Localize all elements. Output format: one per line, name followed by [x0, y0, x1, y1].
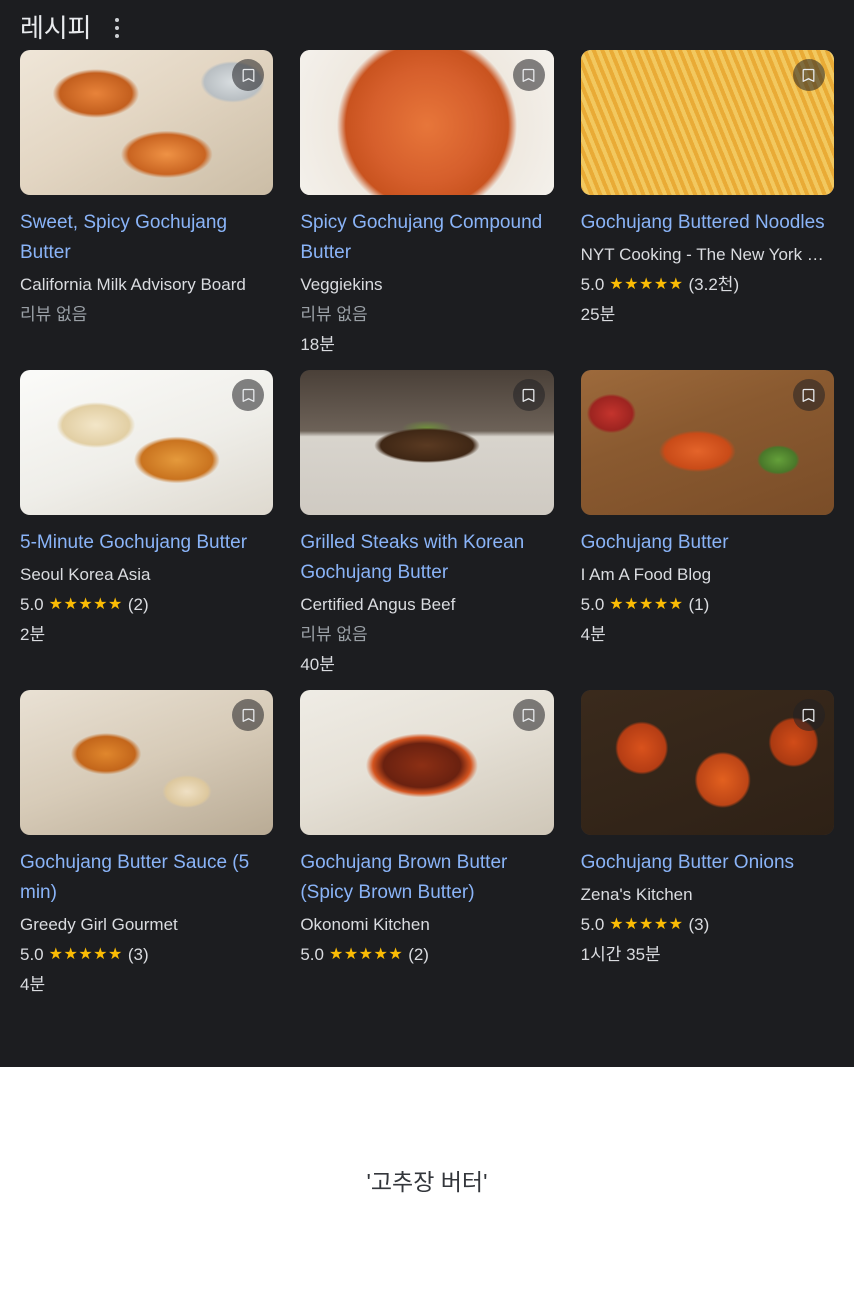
recipe-title-link[interactable]: Grilled Steaks with Korean Gochujang But…: [300, 528, 553, 588]
cook-time: 2분: [20, 625, 46, 644]
rating-row: 5.0 ★★★★★ (1): [581, 592, 834, 618]
rating-row: 5.0 ★★★★★ (3): [20, 942, 273, 968]
recipe-source: I Am A Food Blog: [580, 565, 712, 584]
rating-value: 5.0: [20, 945, 44, 964]
recipe-thumbnail[interactable]: [580, 370, 834, 515]
kebab-menu-icon[interactable]: [105, 15, 129, 41]
rating-value: 5.0: [580, 915, 605, 934]
rating-count: (2): [408, 945, 429, 964]
recipe-card[interactable]: Gochujang Butter Onions Zena's Kitchen 5.0…: [580, 690, 834, 1010]
recipe-source: California Milk Advisory Board: [20, 275, 246, 294]
no-review-label: 리뷰 없음: [300, 305, 368, 324]
star-icon: ★★★★★: [609, 916, 684, 933]
recipe-card[interactable]: Gochujang Buttered Noodles NYT Cooking - …: [580, 50, 834, 370]
recipe-thumbnail[interactable]: [580, 690, 834, 835]
recipe-thumbnail[interactable]: [20, 370, 274, 515]
rating-count: (1): [688, 595, 710, 614]
recipe-source: Zena's Kitchen: [580, 885, 693, 904]
recipe-card[interactable]: Sweet, Spicy Gochujang Butter California …: [20, 50, 274, 370]
recipe-thumbnail[interactable]: [300, 370, 554, 515]
recipe-thumbnail[interactable]: [580, 50, 834, 195]
rating-count: (2): [127, 595, 149, 614]
recipe-title-link[interactable]: Gochujang Butter Sauce (5 min): [20, 848, 273, 908]
star-icon: ★★★★★: [48, 946, 123, 963]
recipe-card[interactable]: 5-Minute Gochujang Butter Seoul Korea Asi…: [20, 370, 274, 690]
recipe-title-link[interactable]: Gochujang Brown Butter (Spicy Brown Butt…: [300, 848, 553, 908]
kebab-dot: [115, 26, 120, 30]
recipe-title-link[interactable]: Gochujang Butter: [581, 528, 834, 558]
recipe-thumbnail[interactable]: [300, 690, 554, 835]
bookmark-icon[interactable]: [792, 59, 825, 91]
no-review-label: 리뷰 없음: [20, 305, 88, 324]
star-icon: ★★★★★: [48, 596, 123, 613]
rating-count: (3): [127, 945, 149, 964]
rating-value: 5.0: [20, 595, 44, 614]
recipe-card-grid: Sweet, Spicy Gochujang Butter California …: [20, 50, 834, 1010]
recipe-source: Certified Angus Beef: [300, 595, 456, 614]
recipe-source: Veggiekins: [300, 275, 383, 294]
recipe-card[interactable]: Gochujang Brown Butter (Spicy Brown Butt…: [300, 690, 554, 1010]
cook-time: 18분: [300, 335, 335, 354]
recipe-results-page: 레시피 Sweet, Spicy Gochujang Butter Califor…: [0, 0, 854, 1294]
search-query-caption: '고추장 버터': [366, 1169, 488, 1195]
bookmark-icon[interactable]: [512, 379, 545, 411]
page-title: 레시피: [20, 13, 92, 43]
cook-time: 40분: [300, 655, 335, 674]
star-icon: ★★★★★: [328, 946, 404, 963]
rating-row: 5.0 ★★★★★ (2): [300, 942, 553, 968]
star-icon: ★★★★★: [609, 596, 684, 613]
rating-row: 5.0 ★★★★★ (3): [581, 912, 834, 938]
recipe-source: NYT Cooking - The New York …: [580, 245, 824, 264]
cook-time: 25분: [580, 305, 616, 324]
recipe-results-panel: 레시피 Sweet, Spicy Gochujang Butter Califor…: [0, 0, 854, 1067]
recipe-card[interactable]: Grilled Steaks with Korean Gochujang But…: [300, 370, 554, 690]
recipe-title-link[interactable]: 5-Minute Gochujang Butter: [20, 528, 273, 558]
recipe-card[interactable]: Gochujang Butter Sauce (5 min) Greedy Gir…: [20, 690, 274, 1010]
recipe-source: Greedy Girl Gourmet: [20, 915, 178, 934]
recipe-title-link[interactable]: Gochujang Buttered Noodles: [581, 208, 834, 238]
bookmark-icon[interactable]: [512, 699, 545, 731]
rating-count: (3): [688, 915, 710, 934]
rating-value: 5.0: [580, 275, 605, 294]
bookmark-icon[interactable]: [512, 59, 545, 91]
rating-row: 5.0 ★★★★★ (2): [20, 592, 273, 618]
rating-count: (3.2천): [688, 275, 740, 294]
cook-time: 1시간 35분: [580, 945, 661, 964]
recipe-title-link[interactable]: Gochujang Butter Onions: [581, 848, 834, 878]
panel-header: 레시피: [20, 0, 834, 50]
caption-area: '고추장 버터': [0, 1067, 854, 1294]
no-review-label: 리뷰 없음: [300, 625, 368, 644]
rating-value: 5.0: [580, 595, 605, 614]
cook-time: 4분: [580, 625, 606, 644]
recipe-thumbnail[interactable]: [300, 50, 554, 195]
rating-row: 5.0 ★★★★★ (3.2천): [581, 272, 834, 298]
rating-value: 5.0: [300, 945, 324, 964]
recipe-thumbnail[interactable]: [20, 50, 274, 195]
star-icon: ★★★★★: [609, 276, 684, 293]
recipe-source: Okonomi Kitchen: [300, 915, 430, 934]
recipe-card[interactable]: Spicy Gochujang Compound Butter Veggiekin…: [300, 50, 554, 370]
recipe-thumbnail[interactable]: [20, 690, 274, 835]
recipe-source: Seoul Korea Asia: [20, 565, 151, 584]
recipe-title-link[interactable]: Sweet, Spicy Gochujang Butter: [20, 208, 273, 268]
cook-time: 4분: [20, 975, 46, 994]
recipe-card[interactable]: Gochujang Butter I Am A Food Blog 5.0 ★★★★★…: [580, 370, 834, 690]
recipe-title-link[interactable]: Spicy Gochujang Compound Butter: [300, 208, 553, 268]
bookmark-icon[interactable]: [792, 699, 825, 731]
kebab-dot: [115, 34, 120, 38]
bookmark-icon[interactable]: [792, 379, 825, 411]
kebab-dot: [115, 18, 120, 22]
